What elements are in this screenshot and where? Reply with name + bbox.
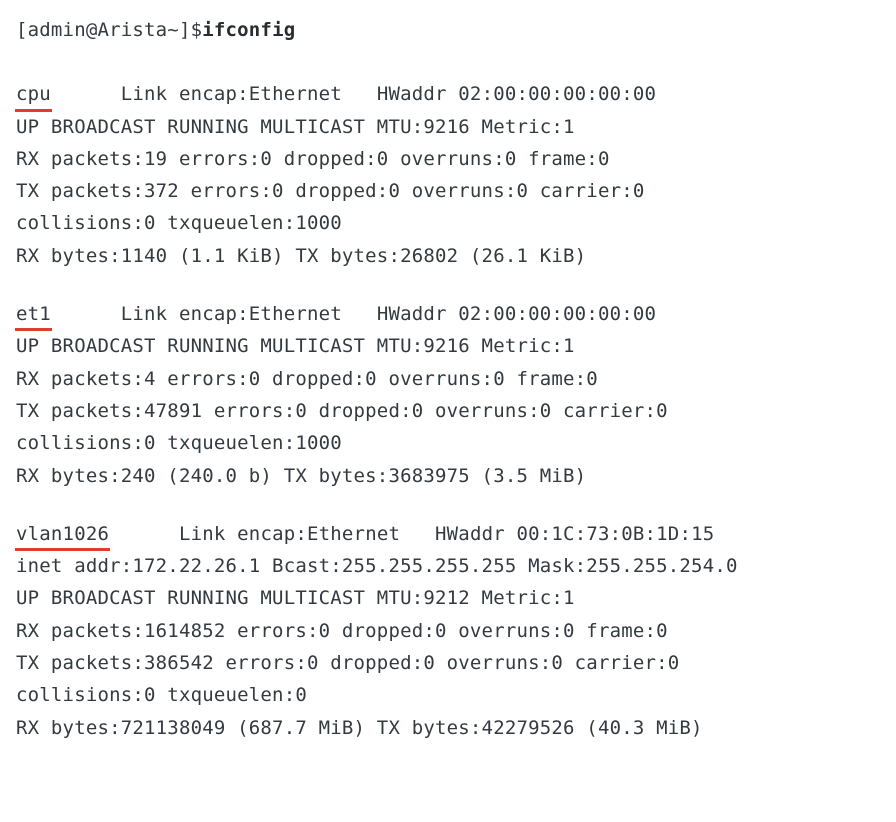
iface-line: UP BROADCAST RUNNING MULTICAST MTU:9212 … — [16, 582, 882, 614]
iface-name-vlan1026: vlan1026 — [16, 518, 109, 550]
iface-name-et1: et1 — [16, 298, 51, 330]
prompt-line: [admin@Arista~]$ifconfig — [16, 14, 882, 46]
blank-line — [16, 272, 882, 298]
iface-pad — [51, 303, 121, 325]
iface-line: inet addr:172.22.26.1 Bcast:255.255.255.… — [16, 550, 882, 582]
iface-line: UP BROADCAST RUNNING MULTICAST MTU:9216 … — [16, 111, 882, 143]
iface-header-et1: et1 Link encap:Ethernet HWaddr 02:00:00:… — [16, 298, 882, 330]
iface-header-cpu: cpu Link encap:Ethernet HWaddr 02:00:00:… — [16, 78, 882, 110]
iface-line: RX packets:4 errors:0 dropped:0 overruns… — [16, 363, 882, 395]
iface-line: TX packets:386542 errors:0 dropped:0 ove… — [16, 647, 882, 679]
iface-line: TX packets:372 errors:0 dropped:0 overru… — [16, 175, 882, 207]
blank-line — [16, 46, 882, 78]
iface-line: collisions:0 txqueuelen:0 — [16, 679, 882, 711]
iface-header-vlan1026: vlan1026 Link encap:Ethernet HWaddr 00:1… — [16, 518, 882, 550]
iface-line: collisions:0 txqueuelen:1000 — [16, 207, 882, 239]
iface-line: RX packets:1614852 errors:0 dropped:0 ov… — [16, 615, 882, 647]
typed-command: ifconfig — [202, 19, 295, 41]
iface-line: Link encap:Ethernet HWaddr 00:1C:73:0B:1… — [179, 523, 714, 545]
iface-pad — [51, 83, 121, 105]
iface-pad — [109, 523, 179, 545]
iface-line: UP BROADCAST RUNNING MULTICAST MTU:9216 … — [16, 330, 882, 362]
iface-line: Link encap:Ethernet HWaddr 02:00:00:00:0… — [121, 303, 656, 325]
iface-line: RX bytes:1140 (1.1 KiB) TX bytes:26802 (… — [16, 240, 882, 272]
iface-name-cpu: cpu — [16, 78, 51, 110]
iface-line: TX packets:47891 errors:0 dropped:0 over… — [16, 395, 882, 427]
iface-line: RX packets:19 errors:0 dropped:0 overrun… — [16, 143, 882, 175]
shell-prompt: [admin@Arista~]$ — [16, 19, 202, 41]
iface-line: RX bytes:721138049 (687.7 MiB) TX bytes:… — [16, 712, 882, 744]
iface-line: Link encap:Ethernet HWaddr 02:00:00:00:0… — [121, 83, 656, 105]
iface-line: collisions:0 txqueuelen:1000 — [16, 427, 882, 459]
blank-line — [16, 492, 882, 518]
iface-line: RX bytes:240 (240.0 b) TX bytes:3683975 … — [16, 460, 882, 492]
